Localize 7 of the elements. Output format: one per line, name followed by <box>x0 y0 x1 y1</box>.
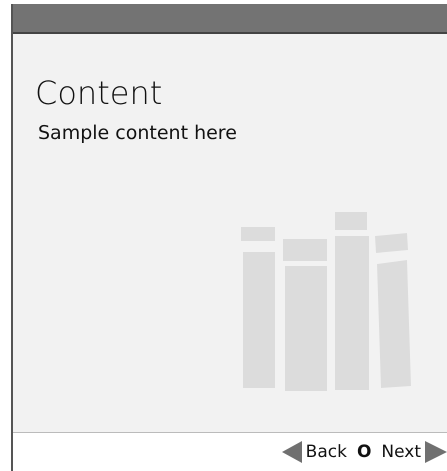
right-triangle-icon <box>425 441 447 463</box>
content-title: Content <box>35 74 164 112</box>
next-button[interactable]: Next <box>381 441 447 463</box>
back-button[interactable]: Back <box>282 441 347 463</box>
content-text: Sample content here <box>38 122 238 144</box>
page-indicator: O <box>356 442 372 462</box>
left-triangle-icon <box>282 441 302 463</box>
